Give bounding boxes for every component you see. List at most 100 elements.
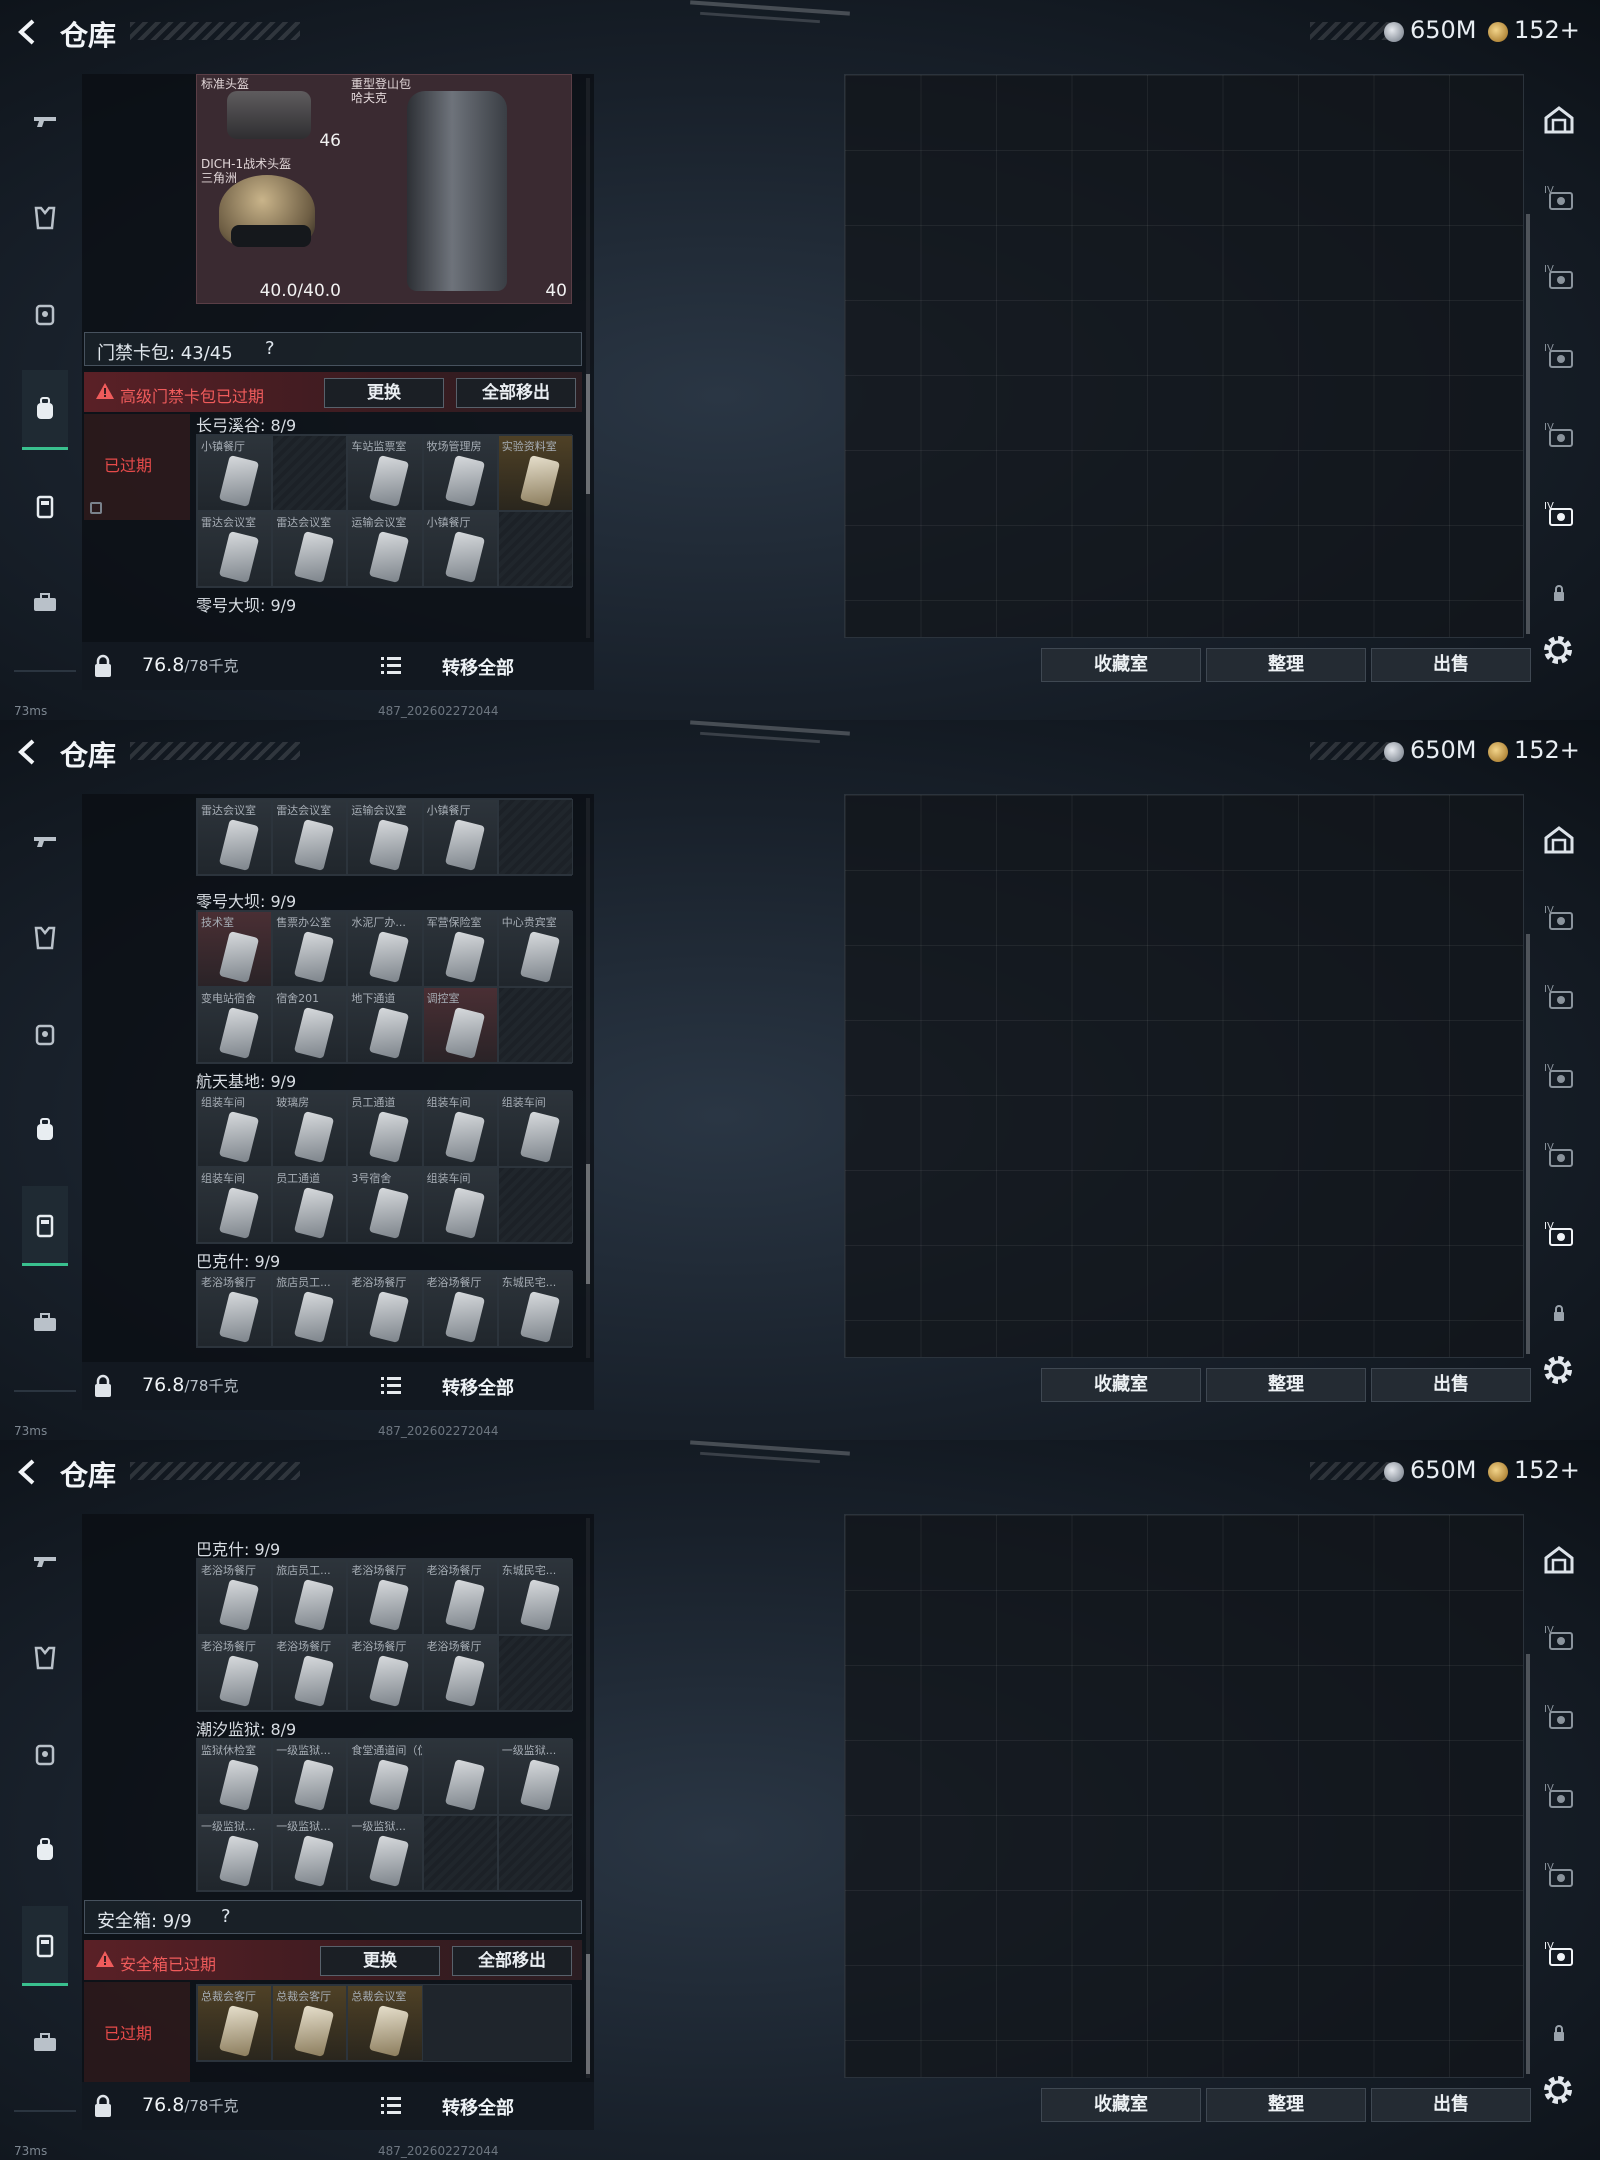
nav-tab-backpack[interactable]: [22, 1090, 68, 1170]
lock-icon[interactable]: [92, 2094, 114, 2118]
remove-all-button[interactable]: 全部移出: [456, 378, 576, 408]
nav-tab-toolbox[interactable]: [22, 1282, 68, 1362]
keycard-slot[interactable]: 小镇餐厅: [197, 435, 273, 511]
nav-tab-armor[interactable]: [22, 1618, 68, 1698]
storage-tab-storage-iv-1[interactable]: IV: [1536, 895, 1582, 941]
sell-button[interactable]: 出售: [1371, 648, 1531, 682]
gold-currency-amount[interactable]: 152+: [1514, 16, 1580, 44]
keycard-slot[interactable]: 老浴场餐厅: [422, 1559, 498, 1635]
organize-button[interactable]: 整理: [1206, 648, 1366, 682]
keycard-slot[interactable]: 车站监票室: [347, 435, 423, 511]
keycard-slot[interactable]: 旅店员工...: [272, 1271, 348, 1347]
collection-room-button[interactable]: 收藏室: [1041, 1368, 1201, 1402]
keycard-slot[interactable]: 3号宿舍: [347, 1167, 423, 1243]
list-icon[interactable]: [380, 654, 402, 676]
storage-tab-storage-iv-1[interactable]: IV: [1536, 1615, 1582, 1661]
storage-tab-lock[interactable]: [1536, 570, 1582, 616]
keycard-slot[interactable]: 小镇餐厅: [422, 511, 498, 587]
keycard-slot[interactable]: 一级监狱...: [497, 1739, 573, 1815]
keycard-slot[interactable]: 组装车间: [197, 1091, 273, 1167]
keycard-slot[interactable]: 宿舍201: [272, 987, 348, 1063]
lock-icon[interactable]: [92, 654, 114, 678]
gear-icon[interactable]: [1540, 2072, 1576, 2108]
organize-button[interactable]: 整理: [1206, 2088, 1366, 2122]
nav-tab-toolbox[interactable]: [22, 2002, 68, 2082]
scrollbar-track[interactable]: [586, 78, 590, 638]
keycard-slot[interactable]: 实验资料室: [497, 435, 573, 511]
keycard-slot[interactable]: 员工通道: [347, 1091, 423, 1167]
keycard-slot[interactable]: 水泥厂办...: [347, 911, 423, 987]
keycard-slot[interactable]: 一级监狱...: [197, 1815, 273, 1891]
storage-tab-warehouse[interactable]: [1536, 1536, 1582, 1582]
keycard-slot[interactable]: 技术室: [197, 911, 273, 987]
gold-currency-amount[interactable]: 152+: [1514, 1456, 1580, 1484]
keycard-slot[interactable]: 监狱休检室: [197, 1739, 273, 1815]
empty-card-slot[interactable]: [422, 1815, 498, 1891]
keycard-slot[interactable]: 组装车间: [422, 1167, 498, 1243]
keycard-slot[interactable]: 食堂通道间（仿制）: [347, 1739, 423, 1815]
list-icon[interactable]: [380, 1374, 402, 1396]
back-arrow-icon[interactable]: [14, 1458, 42, 1486]
replace-button[interactable]: 更换: [320, 1946, 440, 1976]
sell-button[interactable]: 出售: [1371, 2088, 1531, 2122]
scrollbar-thumb[interactable]: [586, 1164, 590, 1284]
gear-icon[interactable]: [1540, 632, 1576, 668]
keycard-slot[interactable]: 旅店员工...: [272, 1559, 348, 1635]
keycard-slot[interactable]: 总裁会议室: [347, 1985, 423, 2061]
storage-tab-lock[interactable]: [1536, 1290, 1582, 1336]
nav-tab-case[interactable]: [22, 1906, 68, 1986]
nav-tab-gun[interactable]: [22, 82, 68, 162]
nav-tab-vest[interactable]: [22, 274, 68, 354]
keycard-slot[interactable]: 售票办公室: [272, 911, 348, 987]
keycard-slot[interactable]: 雷达会议室: [197, 799, 273, 875]
keycard-slot[interactable]: 组装车间: [197, 1167, 273, 1243]
lock-icon[interactable]: [92, 1374, 114, 1398]
storage-tab-lock[interactable]: [1536, 2010, 1582, 2056]
nav-tab-gun[interactable]: [22, 802, 68, 882]
nav-tab-toolbox[interactable]: [22, 562, 68, 642]
storage-tab-storage-iv-2[interactable]: IV: [1536, 1694, 1582, 1740]
keycard-slot[interactable]: 员工通道: [272, 1167, 348, 1243]
keycard-slot[interactable]: 老浴场餐厅: [347, 1559, 423, 1635]
storage-tab-storage-iv-4[interactable]: IV: [1536, 1852, 1582, 1898]
nav-tab-backpack[interactable]: [22, 1810, 68, 1890]
stash-grid[interactable]: [844, 794, 1524, 1358]
nav-tab-armor[interactable]: [22, 178, 68, 258]
stash-grid[interactable]: [844, 1514, 1524, 2078]
keycard-slot[interactable]: 运输会议室: [347, 511, 423, 587]
organize-button[interactable]: 整理: [1206, 1368, 1366, 1402]
transfer-all-button[interactable]: 转移全部: [442, 2094, 514, 2120]
gold-currency-amount[interactable]: 152+: [1514, 736, 1580, 764]
back-arrow-icon[interactable]: [14, 738, 42, 766]
equipment-slot[interactable]: 重型登山包 哈夫克 40: [347, 75, 573, 305]
gear-icon[interactable]: [1540, 1352, 1576, 1388]
storage-tab-storage-iv-3[interactable]: IV: [1536, 333, 1582, 379]
keycard-slot[interactable]: 雷达会议室: [197, 511, 273, 587]
collection-room-button[interactable]: 收藏室: [1041, 2088, 1201, 2122]
storage-tab-storage-iv-1[interactable]: IV: [1536, 175, 1582, 221]
transfer-all-button[interactable]: 转移全部: [442, 654, 514, 680]
keycard-slot[interactable]: 老浴场餐厅: [347, 1635, 423, 1711]
nav-tab-backpack[interactable]: [22, 370, 68, 450]
keycard-slot[interactable]: 小镇餐厅: [422, 799, 498, 875]
back-arrow-icon[interactable]: [14, 18, 42, 46]
transfer-all-button[interactable]: 转移全部: [442, 1374, 514, 1400]
keycard-slot[interactable]: 东城民宅...: [497, 1271, 573, 1347]
keycard-slot[interactable]: 老浴场餐厅: [272, 1635, 348, 1711]
keycard-slot[interactable]: 总裁会客厅: [272, 1985, 348, 2061]
expired-container-slot[interactable]: 已过期: [84, 414, 190, 520]
storage-tab-storage-iv-4[interactable]: IV: [1536, 412, 1582, 458]
keycard-slot[interactable]: 军营保险室: [422, 911, 498, 987]
empty-card-slot[interactable]: [497, 1635, 573, 1711]
stash-grid[interactable]: [844, 74, 1524, 638]
keycard-slot[interactable]: 中心贵宾室: [497, 911, 573, 987]
keycard-slot[interactable]: 玻璃房: [272, 1091, 348, 1167]
keycard-slot[interactable]: 雷达会议室: [272, 511, 348, 587]
replace-button[interactable]: 更换: [324, 378, 444, 408]
scrollbar-thumb[interactable]: [586, 374, 590, 494]
keycard-slot[interactable]: 老浴场餐厅: [197, 1635, 273, 1711]
collection-room-button[interactable]: 收藏室: [1041, 648, 1201, 682]
nav-tab-case[interactable]: [22, 1186, 68, 1266]
nav-tab-vest[interactable]: [22, 1714, 68, 1794]
equipment-slot[interactable]: 标准头盔 46: [197, 75, 347, 155]
